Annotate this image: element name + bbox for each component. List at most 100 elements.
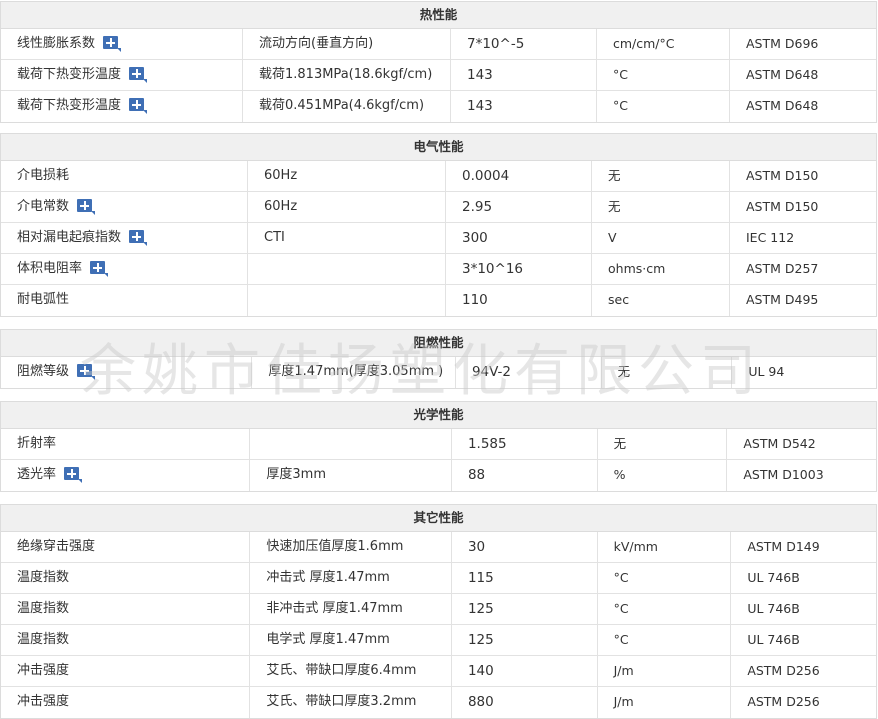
property-name: 温度指数	[17, 632, 70, 647]
expand-plus-icon[interactable]	[77, 364, 96, 380]
property-name-cell: 载荷下热变形温度	[1, 91, 243, 122]
property-value-cell: 300	[446, 223, 592, 253]
property-value: 880	[467, 694, 494, 710]
property-name: 温度指数	[17, 601, 70, 616]
test-condition-cell: 60Hz	[248, 192, 446, 222]
property-unit: ohms·cm	[608, 261, 666, 276]
property-value-cell: 140	[452, 656, 598, 686]
property-unit-cell: 无	[598, 429, 728, 459]
property-value-cell: 7*10^-5	[451, 29, 597, 59]
property-name: 介电损耗	[17, 168, 70, 183]
property-unit-cell: sec	[592, 285, 730, 316]
table-row: 介电损耗 60Hz 0.0004 无 ASTM D150	[1, 161, 876, 192]
property-unit: °C	[613, 98, 628, 113]
expand-plus-icon[interactable]	[103, 36, 122, 52]
property-name-cell: 耐电弧性	[1, 285, 248, 316]
test-standard: ASTM D150	[746, 199, 819, 214]
test-condition-cell	[248, 254, 446, 284]
test-condition-cell: 非冲击式 厚度1.47mm	[250, 594, 452, 624]
test-standard-cell: ASTM D1003	[727, 460, 876, 491]
test-condition: 厚度1.47mm(厚度3.05mm )	[268, 364, 444, 379]
property-unit: kV/mm	[613, 539, 658, 554]
property-name-cell: 绝缘穿击强度	[1, 532, 251, 562]
test-standard-cell: UL 746B	[731, 625, 876, 655]
property-value-cell: 143	[451, 60, 597, 90]
expand-plus-icon[interactable]	[64, 467, 83, 483]
property-unit: %	[613, 467, 626, 482]
property-unit: °C	[613, 632, 629, 647]
test-condition-cell: 厚度3mm	[250, 460, 452, 491]
test-standard-cell: UL 746B	[731, 594, 876, 624]
property-name-cell: 温度指数	[1, 625, 251, 655]
property-name: 绝缘穿击强度	[17, 539, 96, 554]
property-name-cell: 相对漏电起痕指数	[1, 223, 248, 253]
test-standard: UL 746B	[747, 570, 800, 585]
test-standard: ASTM D648	[746, 98, 819, 113]
table-row: 冲击强度 艾氏、带缺口厚度3.2mm 880 J/m ASTM D256	[1, 687, 876, 718]
property-unit: cm/cm/°C	[613, 36, 675, 51]
property-value: 0.0004	[462, 168, 510, 184]
test-condition: 冲击式 厚度1.47mm	[266, 570, 390, 585]
property-unit-cell: kV/mm	[598, 532, 732, 562]
property-value-cell: 0.0004	[446, 161, 592, 191]
expand-plus-icon[interactable]	[129, 67, 148, 83]
property-unit: J/m	[613, 663, 634, 678]
property-name-cell: 冲击强度	[1, 687, 251, 718]
expand-plus-icon[interactable]	[77, 199, 96, 215]
property-value-cell: 3*10^16	[446, 254, 592, 284]
property-value: 30	[467, 539, 486, 555]
expand-plus-icon[interactable]	[90, 261, 109, 277]
property-name: 线性膨胀系数	[17, 36, 96, 51]
section-thermal: 热性能 线性膨胀系数 流动方向(垂直方向) 7*10^-5 cm/cm/°C ASTM D…	[0, 1, 877, 123]
test-condition: 流动方向(垂直方向)	[259, 36, 374, 51]
test-standard: UL 746B	[747, 601, 800, 616]
table-row: 冲击强度 艾氏、带缺口厚度6.4mm 140 J/m ASTM D256	[1, 656, 876, 687]
property-value: 115	[467, 570, 494, 586]
table-row: 温度指数 电学式 厚度1.47mm 125 °C UL 746B	[1, 625, 876, 656]
table-row: 载荷下热变形温度 载荷0.451MPa(4.6kgf/cm) 143 °C ASTM D…	[1, 91, 876, 122]
property-value: 94V-2	[471, 364, 512, 380]
property-name: 温度指数	[17, 570, 70, 585]
test-condition: 60Hz	[264, 199, 298, 214]
property-name: 相对漏电起痕指数	[17, 230, 122, 245]
property-unit-cell: 无	[592, 161, 730, 191]
test-standard-cell: ASTM D149	[731, 532, 876, 562]
property-value: 88	[467, 467, 486, 483]
table-row: 相对漏电起痕指数 CTI 300 V IEC 112	[1, 223, 876, 254]
property-value-cell: 30	[452, 532, 598, 562]
property-unit: °C	[613, 601, 629, 616]
test-standard: UL 94	[748, 364, 785, 379]
test-condition: 艾氏、带缺口厚度6.4mm	[266, 663, 417, 678]
test-condition-cell: 艾氏、带缺口厚度6.4mm	[250, 656, 452, 686]
test-standard-cell: ASTM D648	[730, 91, 876, 122]
test-condition-cell: 载荷1.813MPa(18.6kgf/cm)	[243, 60, 451, 90]
property-name-cell: 温度指数	[1, 594, 251, 624]
property-value-cell: 1.585	[452, 429, 598, 459]
expand-plus-icon[interactable]	[129, 230, 148, 246]
property-name-cell: 载荷下热变形温度	[1, 60, 243, 90]
property-name: 体积电阻率	[17, 261, 83, 276]
test-condition-cell: CTI	[248, 223, 446, 253]
expand-plus-icon[interactable]	[129, 98, 148, 114]
property-unit-cell: 无	[592, 192, 730, 222]
test-condition-cell: 快速加压值厚度1.6mm	[250, 532, 452, 562]
section-title: 电气性能	[1, 134, 876, 161]
test-standard: UL 746B	[747, 632, 800, 647]
section-optical: 光学性能 折射率 1.585 无 ASTM D542 透光率 厚度3mm 88% ASTM D1…	[0, 401, 877, 492]
table-row: 介电常数 60Hz 2.95 无 ASTM D150	[1, 192, 876, 223]
test-standard-cell: ASTM D542	[727, 429, 876, 459]
property-unit-cell: V	[592, 223, 730, 253]
table-row: 体积电阻率 3*10^16 ohms·cm ASTM D257	[1, 254, 876, 285]
test-condition: 厚度3mm	[266, 467, 327, 482]
property-value-cell: 125	[452, 594, 598, 624]
property-unit: °C	[613, 67, 628, 82]
test-standard-cell: UL 746B	[731, 563, 876, 593]
property-value: 143	[467, 98, 493, 114]
property-unit-cell: ohms·cm	[592, 254, 730, 284]
table-row: 温度指数 冲击式 厚度1.47mm 115 °C UL 746B	[1, 563, 876, 594]
property-unit: 无	[608, 168, 621, 183]
test-condition: 非冲击式 厚度1.47mm	[266, 601, 403, 616]
test-standard-cell: IEC 112	[730, 223, 876, 253]
test-condition-cell	[250, 429, 452, 459]
property-unit-cell: °C	[598, 563, 732, 593]
